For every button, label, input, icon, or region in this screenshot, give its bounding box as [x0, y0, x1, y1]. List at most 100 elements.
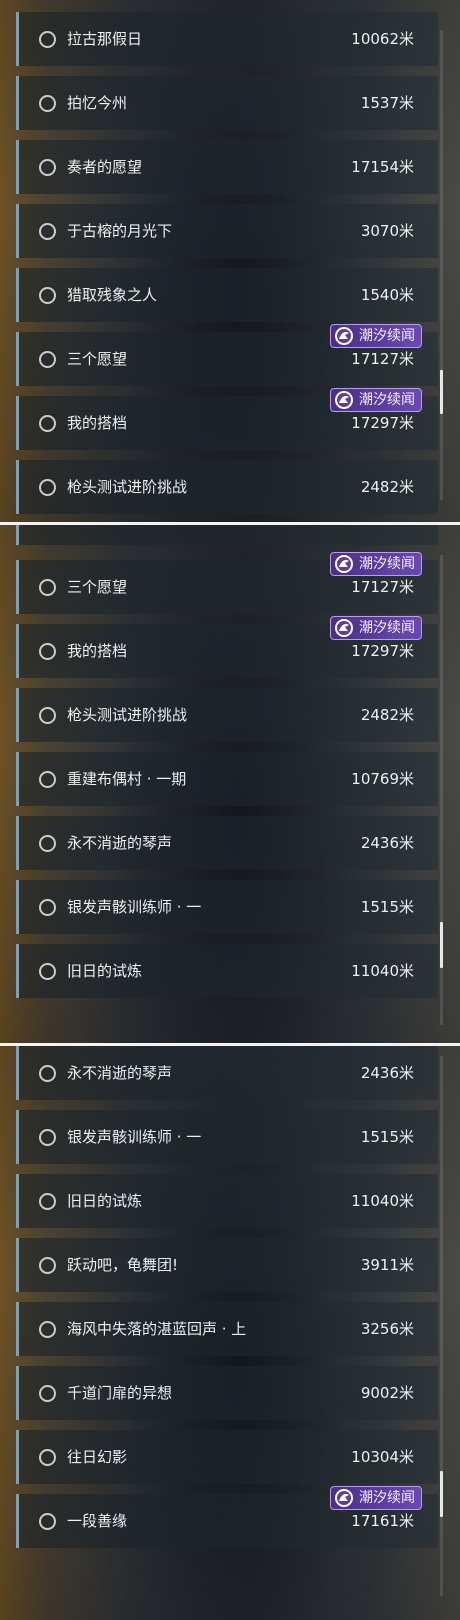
quest-row[interactable]: 重建布偶村 · 一期 10769米: [16, 752, 438, 806]
quest-row[interactable]: 旧日的试炼 11040米: [16, 1174, 438, 1228]
tide-story-badge: 潮汐续闻: [330, 552, 422, 576]
quest-row[interactable]: 奏者的愿望 17154米: [16, 140, 438, 194]
quest-title: 猎取残象之人: [67, 525, 157, 545]
radio-circle-icon[interactable]: [39, 899, 56, 916]
radio-circle-icon[interactable]: [39, 835, 56, 852]
radio-circle-icon[interactable]: [39, 351, 56, 368]
radio-circle-icon[interactable]: [39, 643, 56, 660]
quest-row[interactable]: 一段善缘 17161米 潮汐续闻: [16, 1486, 438, 1548]
tide-story-badge: 潮汐续闻: [330, 1486, 422, 1510]
quest-title: 我的搭档: [67, 414, 128, 432]
scrollbar-thumb[interactable]: [440, 370, 443, 414]
radio-circle-icon[interactable]: [39, 771, 56, 788]
radio-circle-icon[interactable]: [39, 1321, 56, 1338]
scrollbar-track[interactable]: [440, 555, 443, 1025]
radio-circle-icon[interactable]: [39, 1065, 56, 1082]
quest-title: 银发声骸训练师 · 一: [67, 898, 202, 916]
tide-badge-icon: [335, 1489, 353, 1507]
quest-row[interactable]: 往日幻影 10304米: [16, 1430, 438, 1484]
quest-distance: 10062米: [351, 30, 414, 48]
quest-title: 三个愿望: [67, 350, 128, 368]
radio-circle-icon[interactable]: [39, 1193, 56, 1210]
quest-row[interactable]: 我的搭档 17297米 潮汐续闻: [16, 388, 438, 450]
quest-list-panel: 永不消逝的琴声 2436米银发声骸训练师 · 一 1515米旧日的试炼 11040米跃…: [0, 1046, 460, 1620]
quest-title: 千道门扉的异想: [67, 1384, 173, 1402]
radio-circle-icon[interactable]: [39, 287, 56, 304]
badge-label: 潮汐续闻: [359, 556, 415, 572]
quest-distance: 1515米: [360, 898, 414, 916]
quest-row[interactable]: 枪头测试进阶挑战 2482米: [16, 688, 438, 742]
quest-distance: 11040米: [351, 1192, 414, 1210]
radio-circle-icon[interactable]: [39, 579, 56, 596]
quest-row[interactable]: 银发声骸训练师 · 一 1515米: [16, 1110, 438, 1164]
quest-row[interactable]: 旧日的试炼 11040米: [16, 944, 438, 998]
quest-row[interactable]: 银发声骸训练师 · 一 1515米: [16, 880, 438, 934]
quest-title: 跃动吧，龟舞团!: [67, 1256, 179, 1274]
radio-circle-icon[interactable]: [39, 963, 56, 980]
radio-circle-icon[interactable]: [39, 1385, 56, 1402]
quest-distance: 10769米: [351, 770, 414, 788]
scrollbar-thumb[interactable]: [440, 1471, 443, 1517]
badge-label: 潮汐续闻: [359, 620, 415, 636]
quest-row[interactable]: 拉古那假日 10062米: [16, 12, 438, 66]
tide-badge-icon: [335, 555, 353, 573]
quest-title: 枪头测试进阶挑战: [67, 478, 188, 496]
quest-row[interactable]: 千道门扉的异想 9002米: [16, 1366, 438, 1420]
quest-row[interactable]: 永不消逝的琴声 2436米: [16, 1046, 438, 1100]
scrollbar-track[interactable]: [440, 1056, 443, 1596]
scrollbar-thumb[interactable]: [440, 922, 443, 968]
tide-badge-icon: [335, 391, 353, 409]
screenshot-divider: [0, 522, 460, 525]
tide-story-badge: 潮汐续闻: [330, 388, 422, 412]
quest-row[interactable]: 三个愿望 17127米 潮汐续闻: [16, 324, 438, 386]
radio-circle-icon[interactable]: [39, 1129, 56, 1146]
radio-circle-icon[interactable]: [39, 415, 56, 432]
quest-row[interactable]: 三个愿望 17127米 潮汐续闻: [16, 552, 438, 614]
badge-label: 潮汐续闻: [359, 328, 415, 344]
quest-title: 往日幻影: [67, 1448, 128, 1466]
quest-title: 永不消逝的琴声: [67, 1064, 173, 1082]
quest-list-panel: 猎取残象之人 1540米三个愿望17127米潮汐续闻我的搭档17297米潮汐续闻枪…: [0, 525, 460, 1043]
quest-row[interactable]: 跃动吧，龟舞团! 3911米: [16, 1238, 438, 1292]
quest-title: 拍忆今州: [67, 94, 128, 112]
radio-circle-icon[interactable]: [39, 31, 56, 48]
quest-row[interactable]: 枪头测试进阶挑战 2482米: [16, 460, 438, 514]
quest-distance: 3911米: [360, 1256, 414, 1274]
quest-distance: 11040米: [351, 962, 414, 980]
quest-title: 银发声骸训练师 · 一: [67, 1128, 202, 1146]
radio-circle-icon[interactable]: [39, 95, 56, 112]
quest-distance: 1537米: [360, 94, 414, 112]
quest-row[interactable]: 猎取残象之人 1540米: [16, 268, 438, 322]
tide-story-badge: 潮汐续闻: [330, 324, 422, 348]
quest-title: 三个愿望: [67, 578, 128, 596]
quest-distance: 9002米: [360, 1384, 414, 1402]
quest-title: 海风中失落的湛蓝回声 · 上: [67, 1320, 247, 1338]
quest-row[interactable]: 海风中失落的湛蓝回声 · 上 3256米: [16, 1302, 438, 1356]
quest-row[interactable]: 我的搭档 17297米 潮汐续闻: [16, 616, 438, 678]
radio-circle-icon[interactable]: [39, 223, 56, 240]
tide-badge-icon: [335, 327, 353, 345]
quest-title: 旧日的试炼: [67, 1192, 143, 1210]
radio-circle-icon[interactable]: [39, 707, 56, 724]
quest-row[interactable]: 永不消逝的琴声 2436米: [16, 816, 438, 870]
radio-circle-icon[interactable]: [39, 1449, 56, 1466]
radio-circle-icon[interactable]: [39, 1513, 56, 1530]
quest-title: 拉古那假日: [67, 30, 143, 48]
quest-distance: 17154米: [351, 158, 414, 176]
quest-row[interactable]: 于古榕的月光下 3070米: [16, 204, 438, 258]
quest-distance: 2436米: [360, 1064, 414, 1082]
quest-title: 永不消逝的琴声: [67, 834, 173, 852]
quest-row-partial[interactable]: 猎取残象之人 1540米: [16, 525, 438, 545]
quest-row[interactable]: 拍忆今州 1537米: [16, 76, 438, 130]
quest-title: 于古榕的月光下: [67, 222, 173, 240]
radio-circle-icon[interactable]: [39, 159, 56, 176]
scrollbar-track[interactable]: [440, 30, 443, 500]
quest-title: 奏者的愿望: [67, 158, 143, 176]
radio-circle-icon[interactable]: [39, 479, 56, 496]
badge-label: 潮汐续闻: [359, 392, 415, 408]
quest-distance: 2482米: [360, 706, 414, 724]
screenshot-divider: [0, 1043, 460, 1046]
quest-distance: 1515米: [360, 1128, 414, 1146]
quest-title: 枪头测试进阶挑战: [67, 706, 188, 724]
radio-circle-icon[interactable]: [39, 1257, 56, 1274]
